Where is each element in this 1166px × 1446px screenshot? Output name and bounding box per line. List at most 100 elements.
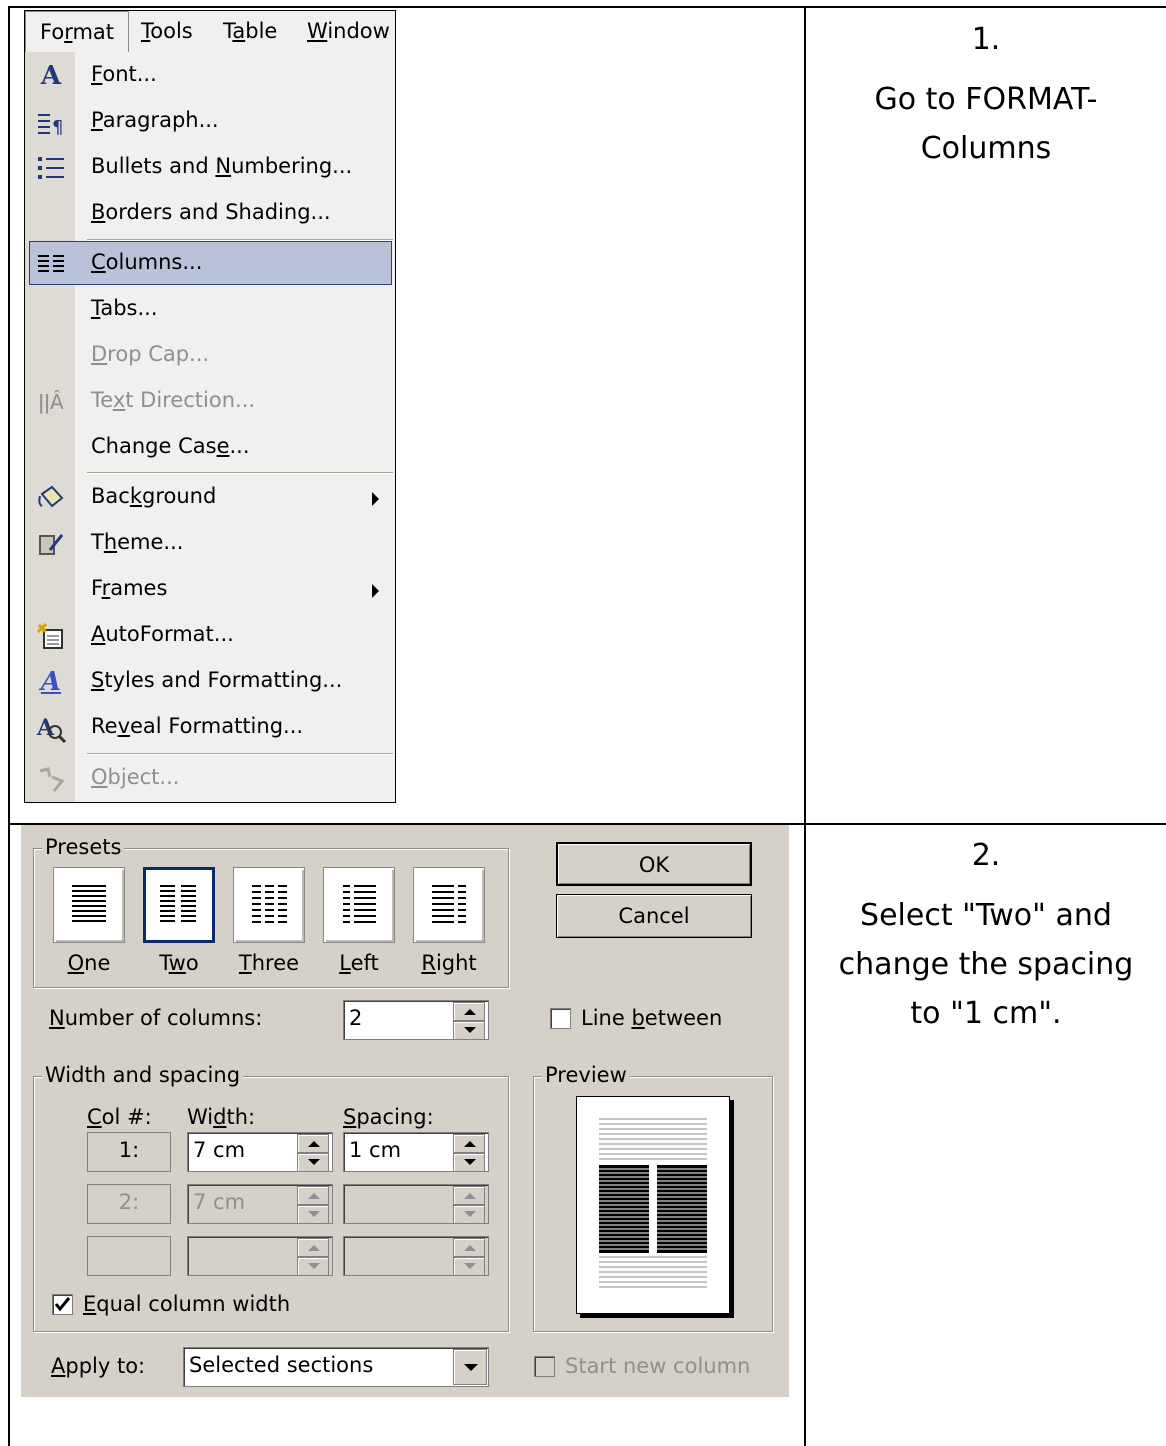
menu-item-theme[interactable]: Theme...	[25, 521, 395, 567]
menu-item-background[interactable]: Background	[25, 475, 395, 521]
equal-width-label: Equal column width	[83, 1292, 291, 1316]
preview-label: Preview	[542, 1063, 630, 1087]
menu-window[interactable]: Window	[307, 19, 390, 43]
spin-up-icon[interactable]	[297, 1238, 329, 1257]
col-1-number: 1:	[87, 1132, 171, 1172]
preset-three[interactable]	[233, 867, 305, 943]
menu-format[interactable]: Format	[25, 11, 130, 52]
col-3-width-spinner[interactable]	[297, 1238, 329, 1276]
start-new-column-checkbox[interactable]	[534, 1356, 555, 1377]
step-2-number: 2.	[971, 838, 1001, 873]
step-1-instructions: 1. Go to FORMAT- Columns	[806, 22, 1166, 173]
menu-item-tabs[interactable]: Tabs...	[25, 287, 395, 333]
col-1-width-spinner[interactable]	[297, 1134, 329, 1172]
table-left-border	[8, 6, 10, 1446]
menu-item-label: Borders and Shading...	[91, 200, 331, 224]
num-columns-label: Number of columns:	[49, 1006, 263, 1030]
spin-down-icon[interactable]	[453, 1257, 485, 1276]
step-1-line-2: Columns	[920, 131, 1052, 166]
menu-item-reveal-formatting[interactable]: A Reveal Formatting...	[25, 705, 395, 751]
preset-one-label: One	[67, 951, 111, 975]
menu-bar: Format Tools Table Window	[25, 11, 395, 52]
width-spacing-label: Width and spacing	[42, 1063, 244, 1087]
step-1-text: Go to FORMAT- Columns	[806, 75, 1166, 173]
spin-down-icon[interactable]	[453, 1153, 485, 1172]
menu-item-label: Change Case...	[91, 434, 250, 458]
paint-bucket-icon	[35, 482, 67, 514]
spin-down-icon[interactable]	[453, 1021, 485, 1040]
step-2-line-3: to "1 cm".	[910, 996, 1062, 1031]
preset-right-label: Right	[421, 951, 477, 975]
menu-table[interactable]: Table	[223, 19, 277, 43]
col-3-spacing-spinner[interactable]	[453, 1238, 485, 1276]
preset-two-label: Two	[159, 951, 199, 975]
spin-down-icon[interactable]	[297, 1257, 329, 1276]
object-icon	[35, 763, 67, 795]
equal-width-checkbox[interactable]	[52, 1294, 73, 1315]
apply-to-dropdown-button[interactable]	[453, 1349, 487, 1385]
format-menu: Format Tools Table Window A Font... ¶ Pa…	[24, 10, 396, 803]
menu-item-drop-cap[interactable]: Drop Cap...	[25, 333, 395, 379]
menu-item-label: Reveal Formatting...	[91, 714, 304, 738]
menu-tools[interactable]: Tools	[141, 19, 193, 43]
spacing-header: Spacing:	[343, 1105, 434, 1129]
col-2-width-spinner[interactable]	[297, 1186, 329, 1224]
menu-item-label: Styles and Formatting...	[91, 668, 343, 692]
chevron-down-icon	[464, 1364, 478, 1371]
spin-up-icon[interactable]	[297, 1134, 329, 1153]
menu-item-label: Text Direction...	[91, 388, 256, 412]
step-2-instructions: 2. Select "Two" and change the spacing t…	[806, 838, 1166, 1038]
step-2-line-1: Select "Two" and	[860, 898, 1112, 933]
spin-up-icon[interactable]	[297, 1186, 329, 1205]
spin-down-icon[interactable]	[453, 1205, 485, 1224]
num-columns-spinner[interactable]	[453, 1002, 485, 1040]
spin-up-icon[interactable]	[453, 1186, 485, 1205]
menu-item-label: AutoFormat...	[91, 622, 234, 646]
submenu-arrow-icon	[372, 492, 379, 506]
preset-left[interactable]	[323, 867, 395, 943]
menu-item-columns[interactable]: Columns...	[29, 241, 392, 285]
menu-item-label: Object...	[91, 765, 180, 789]
menu-item-font[interactable]: A Font...	[25, 53, 395, 99]
spin-up-icon[interactable]	[453, 1134, 485, 1153]
spin-down-icon[interactable]	[297, 1205, 329, 1224]
styles-icon: A	[40, 667, 62, 697]
spin-down-icon[interactable]	[297, 1153, 329, 1172]
menu-item-styles-formatting[interactable]: A Styles and Formatting...	[25, 659, 395, 705]
menu-item-frames[interactable]: Frames	[25, 567, 395, 613]
menu-item-label: Tabs...	[91, 296, 158, 320]
table-top-border	[8, 6, 1166, 8]
preset-two[interactable]	[143, 867, 215, 943]
apply-to-select[interactable]: Selected sections	[183, 1347, 489, 1387]
menu-item-bullets-numbering[interactable]: Bullets and Numbering...	[25, 145, 395, 191]
menu-item-borders-shading[interactable]: Borders and Shading...	[25, 191, 395, 237]
menu-item-change-case[interactable]: Change Case...	[25, 425, 395, 471]
step-2-text: Select "Two" and change the spacing to "…	[806, 891, 1166, 1038]
width-header: Width:	[187, 1105, 256, 1129]
spin-up-icon[interactable]	[453, 1238, 485, 1257]
cancel-button[interactable]: Cancel	[556, 894, 752, 938]
preset-three-label: Three	[238, 951, 300, 975]
columns-icon	[35, 249, 67, 281]
line-between-label: Line between	[581, 1006, 723, 1030]
menu-separator	[87, 753, 393, 755]
col-1-spacing-spinner[interactable]	[453, 1134, 485, 1172]
menu-item-label: Paragraph...	[91, 108, 219, 132]
step-2-line-2: change the spacing	[838, 947, 1134, 982]
menu-item-autoformat[interactable]: AutoFormat...	[25, 613, 395, 659]
menu-item-label: Frames	[91, 576, 168, 600]
menu-item-paragraph[interactable]: ¶ Paragraph...	[25, 99, 395, 145]
col-2-spacing-spinner[interactable]	[453, 1186, 485, 1224]
menu-item-text-direction[interactable]: ǀǀÂ Text Direction...	[25, 379, 395, 425]
ok-button[interactable]: OK	[556, 842, 752, 886]
preview-page	[576, 1096, 730, 1314]
col-2-number: 2:	[87, 1184, 171, 1224]
preset-right[interactable]	[413, 867, 485, 943]
menu-item-object[interactable]: Object...	[25, 756, 395, 802]
line-between-checkbox[interactable]	[550, 1008, 571, 1029]
spin-up-icon[interactable]	[453, 1002, 485, 1021]
preset-one[interactable]	[53, 867, 125, 943]
font-A-icon: A	[40, 61, 62, 91]
apply-to-label: Apply to:	[51, 1354, 146, 1378]
columns-dialog: Presets One Two Three Left Right OK Canc…	[21, 825, 789, 1397]
